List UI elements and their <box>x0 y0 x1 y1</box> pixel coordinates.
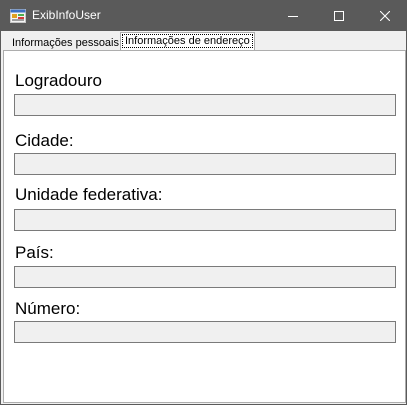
title-bar[interactable]: ExibInfoUser <box>1 0 406 31</box>
minimize-icon <box>288 15 298 17</box>
maximize-button[interactable] <box>316 0 362 31</box>
tab-page-address: Logradouro Cidade: Unidade federativa: P… <box>3 50 406 403</box>
close-button[interactable] <box>362 0 408 31</box>
maximize-icon <box>334 10 344 21</box>
window-title: ExibInfoUser <box>32 8 101 22</box>
close-icon <box>380 10 390 21</box>
pais-field[interactable] <box>14 266 396 288</box>
minimize-button[interactable] <box>270 0 316 31</box>
logradouro-field[interactable] <box>14 94 396 116</box>
cidade-field[interactable] <box>14 153 396 175</box>
app-window: ExibInfoUser Informações pessoais Lograd… <box>0 0 407 405</box>
tab-personal-info[interactable]: Informações pessoais <box>7 34 124 50</box>
tab-label: Informações pessoais <box>12 37 119 49</box>
numero-field[interactable] <box>14 321 396 343</box>
app-form-icon <box>10 8 26 24</box>
tab-label: Informações de endereço <box>125 35 250 47</box>
label-unidade-federativa: Unidade federativa: <box>15 185 163 204</box>
label-logradouro: Logradouro <box>15 71 102 90</box>
tab-address-info[interactable]: Informações de endereço <box>120 32 255 50</box>
label-pais: País: <box>15 243 54 262</box>
unidade-federativa-field[interactable] <box>14 209 396 231</box>
label-cidade: Cidade: <box>15 131 74 150</box>
label-numero: Número: <box>15 299 81 318</box>
